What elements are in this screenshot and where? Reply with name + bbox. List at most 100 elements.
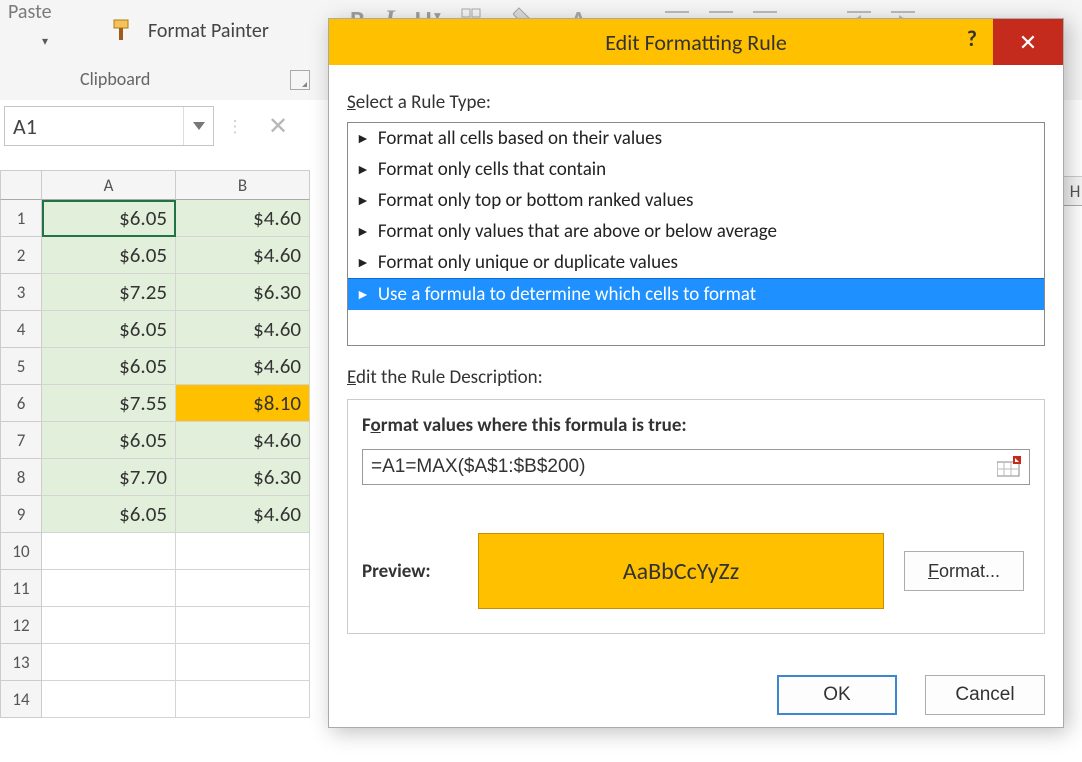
table-row: 5$6.05$4.60 [0, 348, 330, 385]
edit-formatting-rule-dialog: Edit Formatting Rule ? ✕ Select a Rule T… [328, 18, 1064, 728]
row-header[interactable]: 7 [0, 422, 42, 459]
row-header[interactable]: 14 [0, 681, 42, 718]
cell[interactable]: $4.60 [176, 422, 310, 459]
format-painter-button[interactable]: Format Painter [110, 18, 269, 44]
cell[interactable]: $4.60 [176, 311, 310, 348]
rule-type-list[interactable]: ►Format all cells based on their values►… [347, 122, 1045, 346]
edit-description-label: Edit the Rule Description: [347, 366, 1045, 389]
formula-caption: Format values where this formula is true… [362, 414, 1030, 437]
cell[interactable]: $6.05 [42, 496, 176, 533]
paste-dropdown[interactable]: ▾ [42, 34, 48, 49]
row-header[interactable]: 13 [0, 644, 42, 681]
arrow-icon: ► [356, 161, 370, 178]
rule-type-item-label: Format only unique or duplicate values [378, 251, 678, 274]
cell[interactable]: $6.05 [42, 348, 176, 385]
row-header[interactable]: 12 [0, 607, 42, 644]
cell[interactable]: $4.60 [176, 496, 310, 533]
cell[interactable]: $6.05 [42, 200, 176, 237]
dialog-titlebar[interactable]: Edit Formatting Rule ? ✕ [329, 19, 1063, 65]
name-box-value: A1 [5, 113, 183, 140]
dialog-title: Edit Formatting Rule [605, 29, 787, 56]
cell[interactable]: $7.70 [42, 459, 176, 496]
rule-type-item[interactable]: ►Format only cells that contain [348, 154, 1044, 185]
format-preview: AaBbCcYyZz [478, 533, 884, 609]
cell[interactable]: $6.30 [176, 459, 310, 496]
rule-type-item[interactable]: ►Format only top or bottom ranked values [348, 185, 1044, 216]
cell[interactable]: $8.10 [176, 385, 310, 422]
rule-type-item[interactable]: ► Format all cells based on their values [348, 123, 1044, 154]
cell[interactable]: $6.05 [42, 237, 176, 274]
col-header-a[interactable]: A [42, 170, 176, 200]
table-row: 2$6.05$4.60 [0, 237, 330, 274]
worksheet-grid[interactable]: A B 1$6.05$4.602$6.05$4.603$7.25$6.304$6… [0, 170, 330, 718]
row-header[interactable]: 5 [0, 348, 42, 385]
rule-type-item[interactable]: ► Format only unique or duplicate values [348, 247, 1044, 278]
cell[interactable] [176, 570, 310, 607]
cell[interactable]: $4.60 [176, 237, 310, 274]
col-header-h[interactable]: H [1063, 176, 1082, 206]
cell[interactable] [176, 607, 310, 644]
range-picker-icon[interactable] [995, 454, 1025, 480]
cell[interactable]: $7.25 [42, 274, 176, 311]
rule-type-item-label: Format all cells based on their values [378, 127, 662, 150]
rule-type-item[interactable]: ► Format only values that are above or be… [348, 216, 1044, 247]
clipboard-dialog-launcher[interactable] [290, 70, 310, 90]
table-row: 3$7.25$6.30 [0, 274, 330, 311]
row-header[interactable]: 8 [0, 459, 42, 496]
arrow-icon: ► [356, 130, 370, 147]
arrow-icon: ► [356, 223, 370, 240]
name-box[interactable]: A1 [4, 106, 214, 146]
cell[interactable] [42, 533, 176, 570]
cell[interactable] [176, 533, 310, 570]
cell[interactable]: $6.05 [42, 422, 176, 459]
table-row: 10 [0, 533, 330, 570]
cell[interactable] [176, 644, 310, 681]
cell[interactable]: $6.05 [42, 311, 176, 348]
rule-type-item-label: Use a formula to determine which cells t… [378, 283, 756, 306]
formula-input-wrap [362, 449, 1030, 485]
rule-type-item[interactable]: ►Use a formula to determine which cells … [348, 278, 1044, 310]
cell[interactable] [42, 570, 176, 607]
cell[interactable] [42, 644, 176, 681]
table-row: 14 [0, 681, 330, 718]
row-header[interactable]: 11 [0, 570, 42, 607]
select-all-corner[interactable] [0, 170, 42, 200]
select-rule-type-label: Select a Rule Type: [347, 91, 1045, 114]
table-row: 9$6.05$4.60 [0, 496, 330, 533]
cancel-edit-button[interactable]: ✕ [258, 106, 298, 146]
row-header[interactable]: 1 [0, 200, 42, 237]
formula-bar-divider: ⋮ [220, 106, 250, 146]
arrow-icon: ► [356, 192, 370, 209]
table-row: 4$6.05$4.60 [0, 311, 330, 348]
cell[interactable] [42, 681, 176, 718]
format-button[interactable]: Format... [904, 551, 1024, 591]
arrow-icon: ► [356, 254, 370, 271]
table-row: 1$6.05$4.60 [0, 200, 330, 237]
cell[interactable]: $4.60 [176, 348, 310, 385]
name-box-dropdown[interactable] [183, 107, 213, 145]
table-row: 12 [0, 607, 330, 644]
row-header[interactable]: 2 [0, 237, 42, 274]
cell[interactable]: $7.55 [42, 385, 176, 422]
col-header-b[interactable]: B [176, 170, 310, 200]
row-header[interactable]: 9 [0, 496, 42, 533]
formula-input[interactable] [363, 456, 995, 478]
cell[interactable]: $4.60 [176, 200, 310, 237]
table-row: 6$7.55$8.10 [0, 385, 330, 422]
preview-label: Preview: [362, 560, 458, 583]
format-painter-label: Format Painter [148, 19, 269, 43]
cell[interactable]: $6.30 [176, 274, 310, 311]
row-header[interactable]: 10 [0, 533, 42, 570]
table-row: 8$7.70$6.30 [0, 459, 330, 496]
rule-type-item-label: Format only values that are above or bel… [378, 220, 777, 243]
cell[interactable] [42, 607, 176, 644]
row-header[interactable]: 4 [0, 311, 42, 348]
cancel-button[interactable]: Cancel [925, 675, 1045, 715]
cell[interactable] [176, 681, 310, 718]
close-button[interactable]: ✕ [993, 19, 1063, 65]
row-header[interactable]: 6 [0, 385, 42, 422]
row-header[interactable]: 3 [0, 274, 42, 311]
ok-button[interactable]: OK [777, 675, 897, 715]
help-button[interactable]: ? [967, 25, 977, 52]
clipboard-group-label: Clipboard [80, 68, 150, 90]
